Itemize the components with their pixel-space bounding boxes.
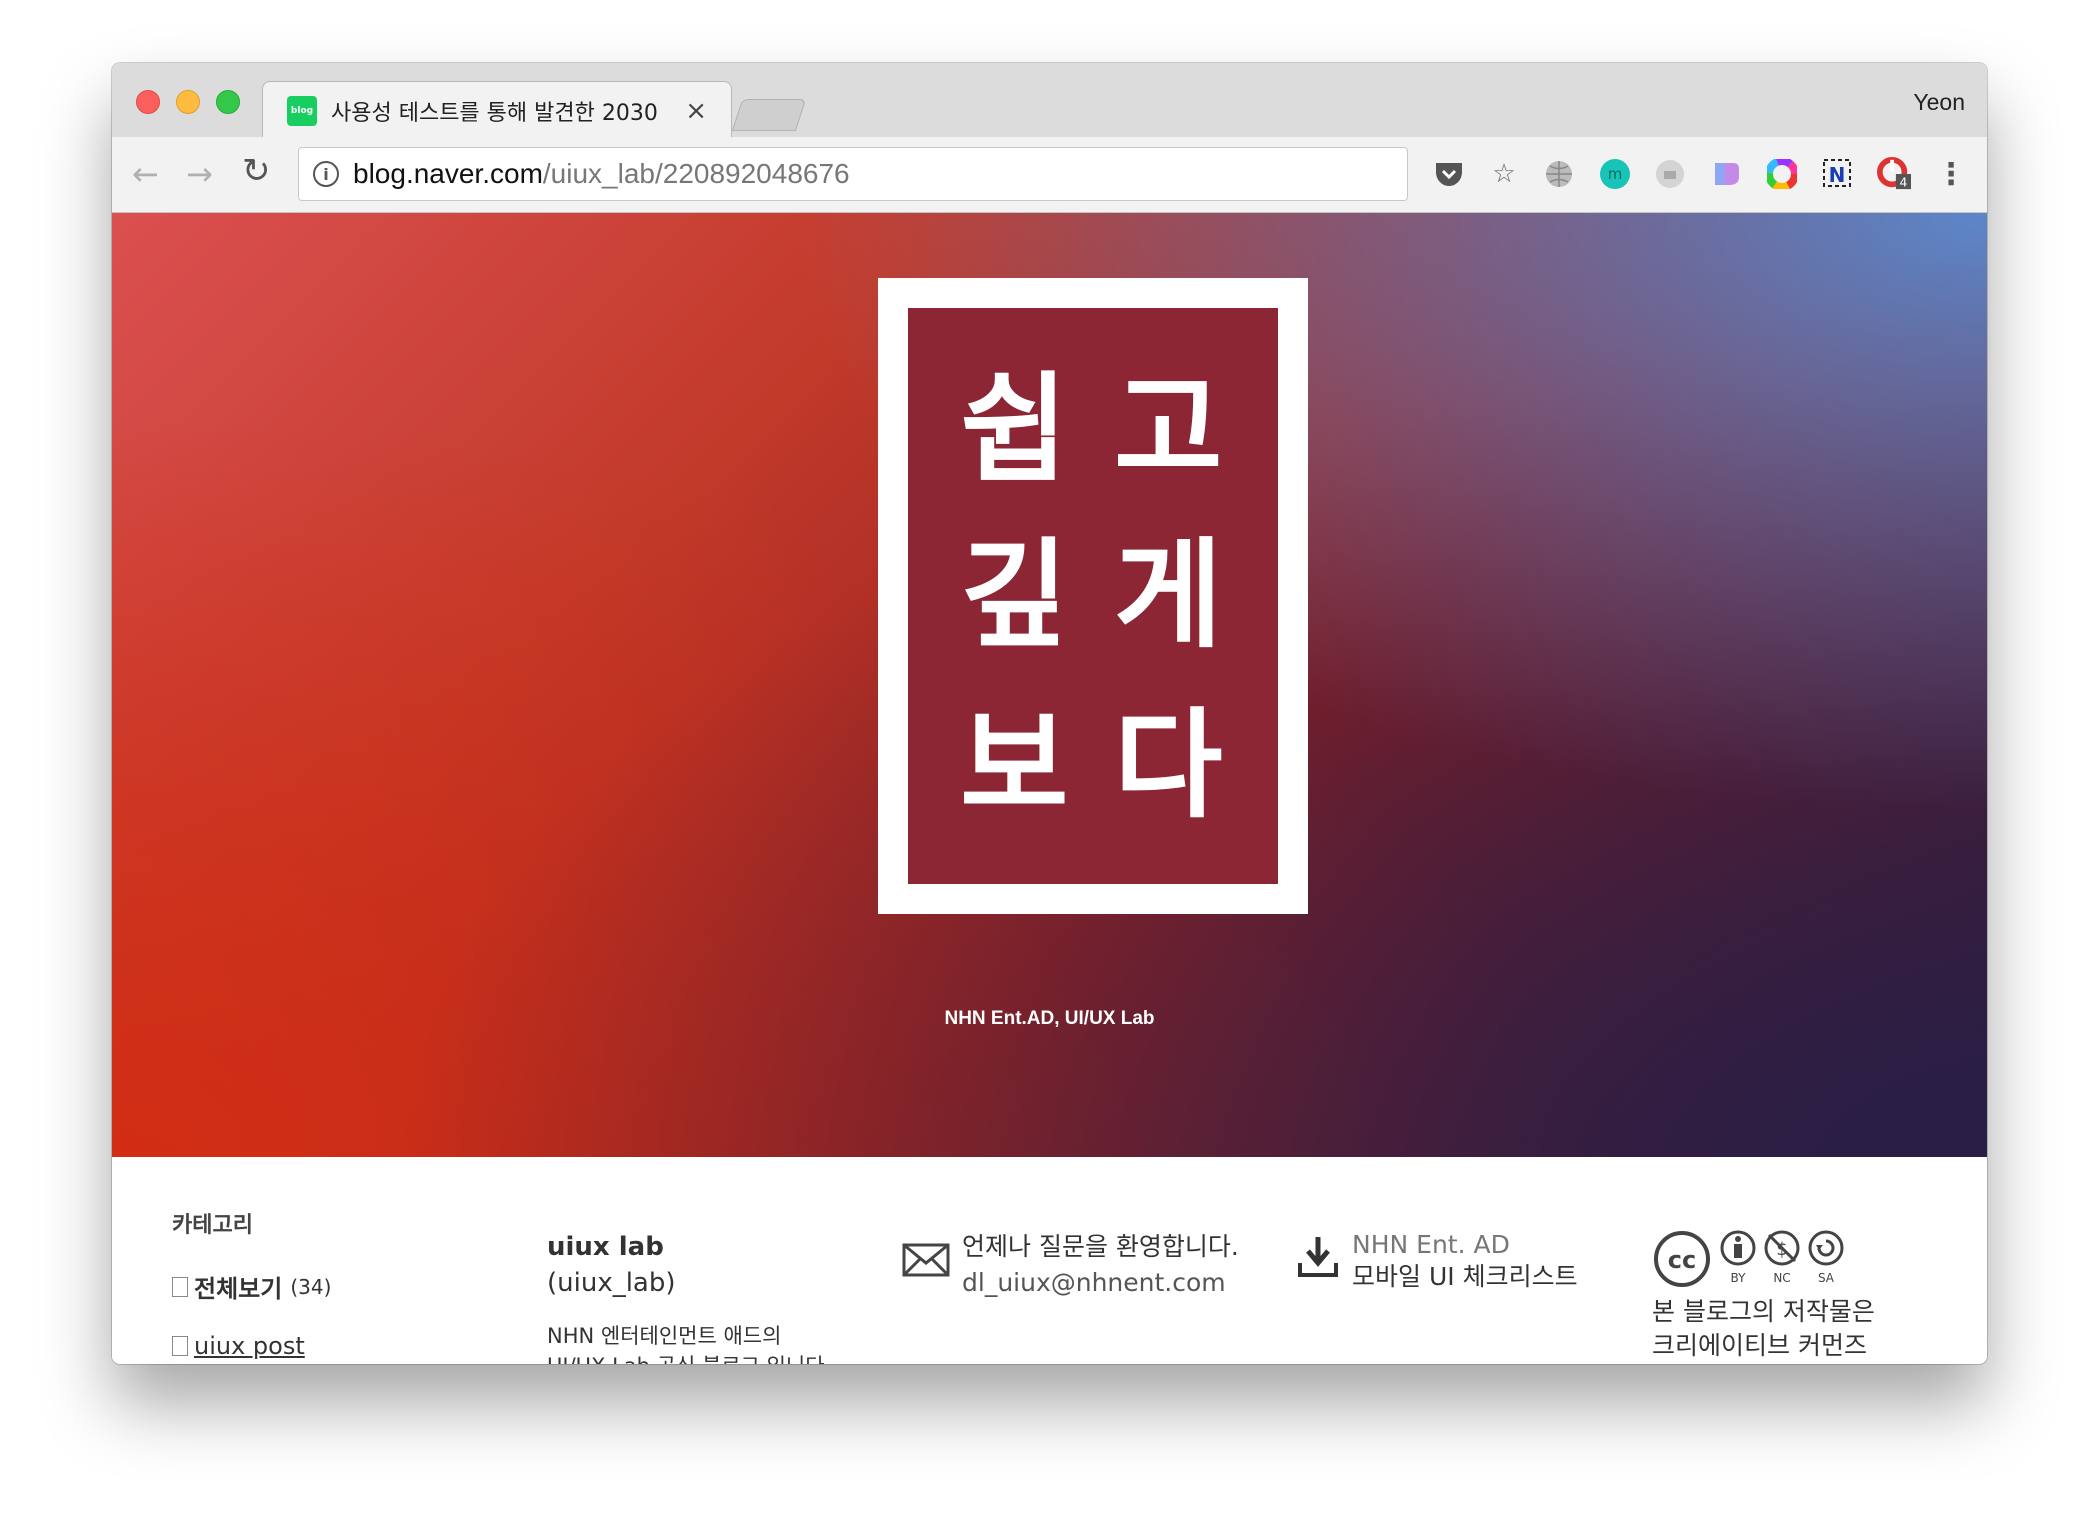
red-extension-icon[interactable]: 4	[1877, 157, 1911, 191]
download-org: NHN Ent. AD	[1352, 1230, 1510, 1259]
blog-id: (uiux_lab)	[547, 1268, 676, 1298]
category-label: uiux post	[194, 1332, 305, 1360]
address-bar[interactable]: i blog.naver.com /uiux_lab/220892048676	[298, 147, 1408, 201]
tab-title: 사용성 테스트를 통해 발견한 2030	[331, 100, 658, 126]
license-text: 크리에이티브 커먼즈	[1652, 1331, 1867, 1360]
menu-kebab-icon[interactable]: ⋮	[1934, 157, 1968, 192]
back-arrow-icon[interactable]: ←	[132, 155, 159, 193]
tab-close-icon[interactable]: ×	[685, 96, 707, 126]
cc-sa-icon: SA	[1804, 1229, 1848, 1285]
blog-favicon-icon: blog	[287, 95, 317, 126]
url-path: /uiux_lab/220892048676	[542, 158, 850, 189]
close-window-button[interactable]	[136, 90, 160, 114]
minimize-window-button[interactable]	[176, 90, 200, 114]
color-wheel-icon[interactable]	[1765, 157, 1799, 191]
document-icon	[172, 1336, 188, 1356]
svg-text:N: N	[1829, 163, 1846, 187]
page-content: 쉽 고 깊 게 보 다 NHN Ent.AD, UI/UX Lab 카테고리 전…	[112, 213, 1987, 1364]
hero-credit: NHN Ent.AD, UI/UX Lab	[944, 1008, 1155, 1029]
hero-banner: 쉽 고 깊 게 보 다 NHN Ent.AD, UI/UX Lab	[112, 213, 1987, 1157]
poster-glyph: 게	[1114, 526, 1223, 664]
category-item-all[interactable]: 전체보기 (34)	[172, 1269, 331, 1304]
poster-glyph: 쉽	[960, 360, 1069, 498]
download-icon	[1298, 1237, 1338, 1277]
bookmark-star-icon[interactable]: ☆	[1487, 157, 1521, 191]
contact-message: 언제나 질문을 환영합니다.	[962, 1232, 1239, 1261]
license-text: 본 블로그의 저작물은	[1652, 1297, 1875, 1326]
contact-email[interactable]: dl_uiux@nhnent.com	[962, 1265, 1239, 1301]
zoom-window-button[interactable]	[216, 90, 240, 114]
category-section: 카테고리 전체보기 (34) uiux post	[172, 1207, 331, 1360]
active-tab[interactable]: blog 사용성 테스트를 통해 발견한 2030 ×	[262, 81, 732, 139]
color-pick-extension-icon[interactable]	[1709, 157, 1743, 191]
category-title: 카테고리	[172, 1213, 253, 1238]
forward-arrow-icon[interactable]: →	[186, 155, 213, 193]
info-icon[interactable]: i	[313, 161, 339, 187]
download-block[interactable]: NHN Ent. AD 모바일 UI 체크리스트	[1296, 1229, 1578, 1293]
poster-glyph: 보	[960, 696, 1069, 834]
screen: blog 사용성 테스트를 통해 발견한 2030 × Yeon ← → ↻ i…	[0, 0, 2098, 1522]
category-count: (34)	[290, 1274, 332, 1299]
toolbar: ← → ↻ i blog.naver.com /uiux_lab/2208920…	[112, 137, 1987, 213]
license-block: cc BY $ NC	[1652, 1229, 1875, 1363]
url-host: blog.naver.com	[353, 158, 543, 189]
new-tab-button[interactable]	[731, 99, 807, 131]
cc-nc-icon: $ NC	[1760, 1229, 1804, 1285]
globe-extension-icon[interactable]	[1542, 157, 1576, 191]
title-bar: blog 사용성 테스트를 통해 발견한 2030 × Yeon	[112, 63, 1987, 139]
category-item-uiux-post[interactable]: uiux post	[172, 1332, 331, 1360]
blog-name: uiux lab	[547, 1232, 664, 1262]
blog-footer: 카테고리 전체보기 (34) uiux post uiux lab (uiux_…	[112, 1157, 1987, 1364]
mail-icon	[902, 1243, 950, 1277]
svg-text:cc: cc	[1668, 1246, 1696, 1274]
cc-icon: cc	[1654, 1231, 1710, 1287]
svg-text:m: m	[1608, 165, 1623, 183]
m-extension-icon[interactable]: m	[1598, 157, 1632, 191]
blog-info: uiux lab (uiux_lab) NHN 엔터테인먼트 애드의 UI/UX…	[547, 1229, 825, 1364]
poster-glyph: 깊	[960, 526, 1069, 664]
pocket-icon[interactable]	[1432, 157, 1466, 191]
cc-by-icon: BY	[1716, 1229, 1760, 1285]
poster-frame: 쉽 고 깊 게 보 다	[878, 278, 1308, 914]
contact-block[interactable]: 언제나 질문을 환영합니다. dl_uiux@nhnent.com	[902, 1229, 1239, 1301]
poster-box: 쉽 고 깊 게 보 다	[908, 308, 1278, 884]
document-icon	[172, 1276, 188, 1297]
category-label: 전체보기	[194, 1275, 283, 1303]
download-title: 모바일 UI 체크리스트	[1352, 1262, 1578, 1291]
profile-name[interactable]: Yeon	[1913, 89, 1965, 116]
n-capture-extension-icon[interactable]: N	[1821, 157, 1855, 191]
poster-glyph: 다	[1114, 696, 1223, 834]
extension-badge-count: 4	[1900, 175, 1908, 189]
blog-description: NHN 엔터테인먼트 애드의	[547, 1324, 782, 1348]
reload-icon[interactable]: ↻	[242, 151, 271, 191]
browser-window: blog 사용성 테스트를 통해 발견한 2030 × Yeon ← → ↻ i…	[112, 63, 1987, 1364]
grey-extension-icon[interactable]	[1653, 157, 1687, 191]
blog-description: UI/UX Lab 공식 블로그 입니다	[547, 1351, 825, 1364]
poster-glyph: 고	[1114, 360, 1223, 498]
